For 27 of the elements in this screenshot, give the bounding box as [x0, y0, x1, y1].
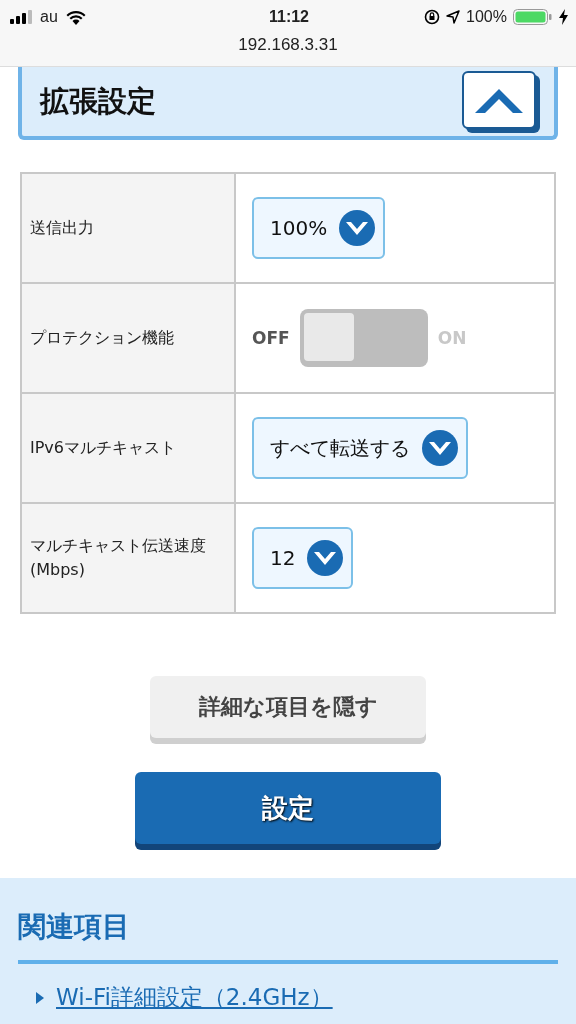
toggle-switch[interactable]	[299, 309, 428, 367]
dropdown-select[interactable]: すべて転送する	[252, 417, 468, 479]
related-title: 関連項目	[18, 909, 131, 945]
carrier-name: au	[40, 8, 58, 26]
triangle-bullet-icon	[36, 991, 44, 1004]
related-link[interactable]: Wi-Fi詳細設定（2.4GHz）	[56, 982, 333, 1013]
dropdown-select[interactable]: 100%	[252, 197, 386, 259]
signal-icon	[10, 10, 32, 24]
charging-bolt-icon	[559, 9, 568, 25]
chevron-down-icon	[339, 210, 376, 246]
chevron-up-icon	[475, 86, 523, 113]
location-arrow-icon	[446, 10, 461, 24]
battery-icon	[513, 9, 553, 25]
section-title: 拡張設定	[40, 82, 156, 120]
chevron-down-icon	[422, 430, 458, 466]
clock: 11:12	[268, 8, 309, 26]
wifi-icon	[65, 9, 86, 25]
url-text[interactable]: 192.168.3.31	[0, 34, 576, 56]
setting-label-cell: IPv6マルチキャスト	[22, 394, 236, 502]
setting-label-cell: 送信出力	[22, 174, 236, 282]
battery-percent: 100%	[466, 8, 507, 26]
off-label: OFF	[252, 328, 290, 348]
chevron-down-icon	[307, 540, 344, 576]
rotation-lock-icon	[424, 9, 441, 25]
setting-label-cell: マルチキャスト伝送速度(Mbps)	[22, 504, 236, 612]
setting-label-cell: プロテクション機能	[22, 284, 236, 392]
dropdown-select[interactable]: 12	[252, 527, 354, 589]
